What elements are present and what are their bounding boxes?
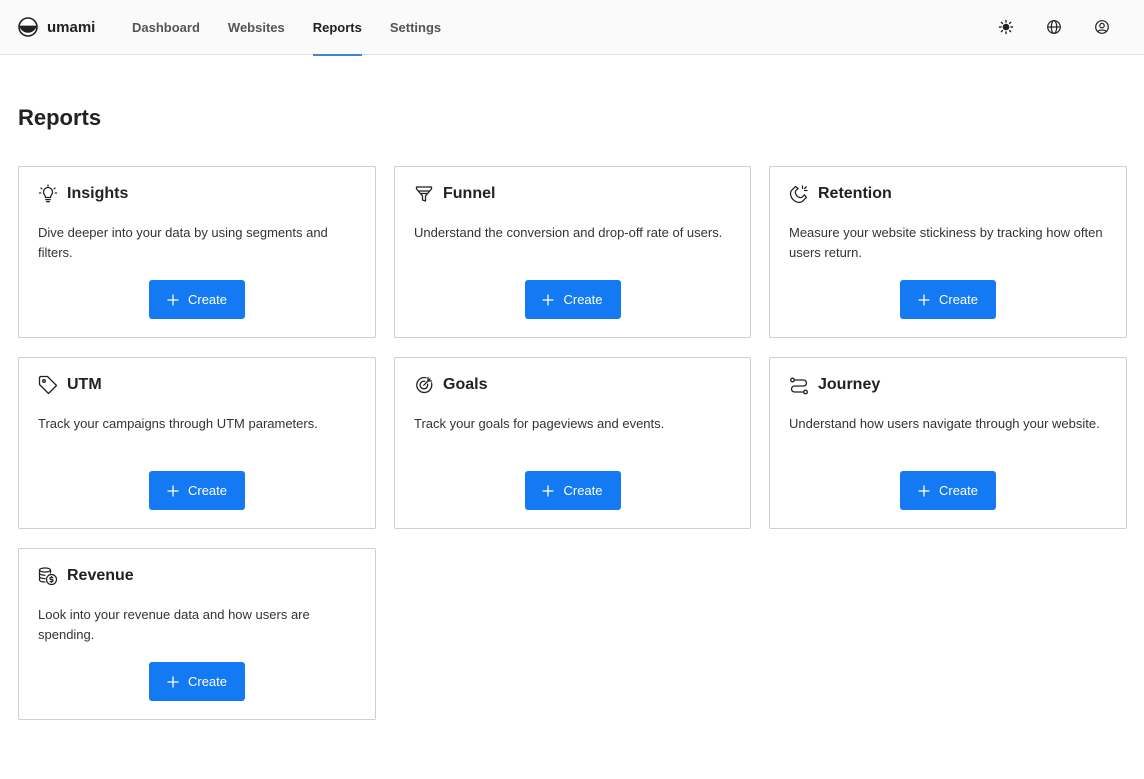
route-icon — [789, 375, 809, 395]
create-button-label: Create — [187, 483, 228, 498]
create-insights-button[interactable]: Create — [149, 280, 245, 319]
report-card-insights: Insights Dive deeper into your data by u… — [18, 166, 376, 338]
plus-icon — [542, 294, 554, 306]
card-title: Journey — [818, 376, 881, 393]
sun-icon[interactable] — [996, 17, 1016, 37]
create-goals-button[interactable]: Create — [524, 471, 621, 510]
create-utm-button[interactable]: Create — [149, 471, 245, 510]
top-navigation-bar: umami Dashboard Websites Reports Setting… — [0, 0, 1144, 56]
create-button-label: Create — [187, 292, 228, 307]
card-title: UTM — [67, 376, 102, 393]
card-title: Funnel — [443, 185, 496, 202]
card-title: Retention — [818, 185, 892, 202]
globe-icon[interactable] — [1044, 17, 1064, 37]
create-button-label: Create — [938, 483, 979, 498]
card-title: Goals — [443, 376, 488, 393]
report-card-revenue: Revenue Look into your revenue data and … — [18, 548, 376, 720]
create-button-label: Create — [563, 292, 603, 307]
card-title: Insights — [67, 185, 129, 202]
report-card-retention: Retention Measure your website stickines… — [769, 166, 1127, 338]
user-icon[interactable] — [1092, 17, 1112, 37]
plus-icon — [918, 294, 930, 306]
report-card-utm: UTM Track your campaigns through UTM par… — [18, 357, 376, 529]
plus-icon — [167, 485, 179, 497]
card-description: Look into your revenue data and how user… — [38, 607, 310, 642]
reports-grid: Insights Dive deeper into your data by u… — [18, 166, 1127, 720]
create-retention-button[interactable]: Create — [900, 280, 996, 319]
create-funnel-button[interactable]: Create — [524, 280, 621, 319]
card-description: Understand how users navigate through yo… — [789, 416, 1100, 431]
coins-icon — [38, 566, 58, 586]
report-card-goals: Goals Track your goals for pageviews and… — [394, 357, 751, 529]
create-revenue-button[interactable]: Create — [149, 662, 245, 701]
main-nav: Dashboard Websites Reports Settings — [132, 0, 469, 56]
nav-settings[interactable]: Settings — [390, 0, 441, 55]
create-button-label: Create — [938, 292, 979, 307]
nav-websites[interactable]: Websites — [228, 0, 285, 55]
umami-logo-icon — [18, 17, 38, 37]
card-description: Dive deeper into your data by using segm… — [38, 225, 328, 260]
tag-icon — [38, 375, 58, 395]
lightbulb-icon — [38, 184, 58, 204]
create-journey-button[interactable]: Create — [900, 471, 996, 510]
report-card-funnel: Funnel Understand the conversion and dro… — [394, 166, 751, 338]
report-card-journey: Journey Understand how users navigate th… — [769, 357, 1127, 529]
brand[interactable]: umami — [18, 17, 95, 37]
header-actions — [968, 17, 1112, 37]
plus-icon — [167, 676, 179, 688]
card-description: Track your campaigns through UTM paramet… — [38, 416, 318, 431]
create-button-label: Create — [187, 674, 228, 689]
plus-icon — [167, 294, 179, 306]
brand-name: umami — [47, 18, 96, 36]
create-button-label: Create — [563, 483, 603, 498]
magnet-icon — [789, 184, 809, 204]
plus-icon — [542, 485, 554, 497]
nav-reports[interactable]: Reports — [312, 0, 363, 56]
target-icon — [414, 375, 434, 395]
card-description: Track your goals for pageviews and event… — [414, 416, 665, 431]
nav-dashboard[interactable]: Dashboard — [132, 0, 200, 55]
card-description: Measure your website stickiness by track… — [789, 225, 1103, 260]
plus-icon — [918, 485, 930, 497]
funnel-icon — [414, 184, 434, 204]
card-title: Revenue — [67, 567, 134, 584]
page-title: Reports — [18, 105, 102, 130]
card-description: Understand the conversion and drop-off r… — [414, 225, 723, 240]
